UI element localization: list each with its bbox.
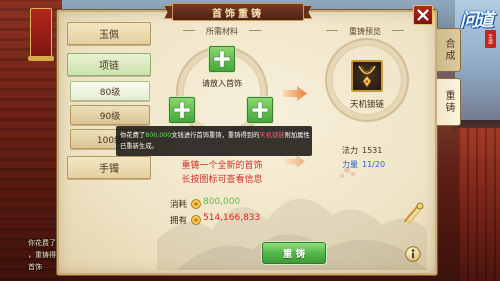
hint-text: 重铸一个全新的首饰 — [181, 161, 263, 171]
plus-icon — [251, 101, 269, 119]
sidebar-item-level-90[interactable]: 90级 — [70, 105, 150, 125]
tooltip-text: 已重新生成。 — [120, 143, 158, 150]
preview-stat-mana: 法力 1531 — [342, 145, 382, 156]
hud-banner[interactable] — [30, 8, 52, 58]
preview-stat-strength: 力量 11/20 — [342, 159, 385, 170]
arrow-right-icon — [283, 86, 307, 101]
close-icon — [417, 9, 429, 21]
info-icon[interactable] — [405, 246, 421, 262]
hint-text: 长按图标可查看信息 — [181, 175, 263, 185]
tooltip-text: 文钱进行首饰重铸，重铸得到的 — [171, 132, 260, 139]
close-button[interactable] — [413, 5, 433, 25]
preview-heading: 重铸预览 — [349, 27, 381, 36]
plus-icon — [173, 101, 191, 119]
stat-label: 法力 — [342, 146, 358, 155]
stat-value: 11/20 — [362, 160, 386, 169]
main-slot-label: 请放入首饰 — [202, 79, 242, 88]
sidebar-item-necklace[interactable]: 项链 — [67, 53, 151, 76]
owned-value: 514,166,833 — [203, 213, 261, 223]
main-slot-button[interactable] — [209, 46, 235, 72]
tooltip-text: 你花费了 — [120, 132, 146, 139]
heading-decoration — [392, 30, 404, 31]
tooltip-amount: 800,000 — [145, 132, 172, 139]
coin-icon — [191, 215, 201, 225]
cost-label: 消耗 — [170, 200, 188, 210]
arrow-right-icon — [285, 155, 305, 168]
plus-icon — [213, 50, 231, 68]
stat-label: 力量 — [342, 160, 358, 169]
materials-heading: 所需材料 — [206, 27, 238, 36]
chat-line: 首饰 — [28, 263, 42, 271]
material-slot-left[interactable] — [169, 97, 195, 123]
game-logo: 问道 — [460, 10, 494, 31]
preview-item-slot[interactable] — [351, 60, 383, 92]
preview-item-name: 天机锁链 — [349, 100, 384, 110]
dialog-title: 首饰重铸 — [172, 3, 304, 21]
game-scene-building — [458, 128, 500, 281]
sidebar-item-level-80[interactable]: 80级 — [70, 81, 150, 101]
material-slot-right[interactable] — [247, 97, 273, 123]
hud-banner-knob — [28, 56, 54, 61]
tooltip-item: 天机锁链 — [259, 132, 285, 139]
cost-value: 800,000 — [203, 197, 241, 207]
stat-value: 1531 — [362, 146, 383, 155]
game-screen: 你花费了80 ，重铸得到的 首饰 问道 手游 首饰重铸 合成 重铸 玉佩 项链 … — [0, 0, 500, 281]
tab-recast[interactable]: 重铸 — [437, 78, 461, 126]
owned-label: 拥有 — [170, 216, 188, 226]
accessory-icon[interactable] — [400, 200, 426, 226]
sidebar-item-bracelet[interactable]: 手镯 — [67, 156, 151, 179]
heading-decoration — [249, 30, 261, 31]
coin-icon — [191, 199, 201, 209]
tab-synthesize[interactable]: 合成 — [437, 28, 461, 72]
recast-button[interactable]: 重 铸 — [262, 242, 326, 264]
game-logo-tag: 手游 — [485, 30, 496, 48]
recast-result-tooltip: 你花费了800,000文钱进行首饰重铸，重铸得到的天机锁链附加属性 已重新生成。 — [116, 126, 312, 156]
sidebar-item-jade-pendant[interactable]: 玉佩 — [67, 22, 151, 45]
necklace-icon — [358, 65, 376, 88]
tooltip-text: 附加属性 — [284, 132, 310, 139]
